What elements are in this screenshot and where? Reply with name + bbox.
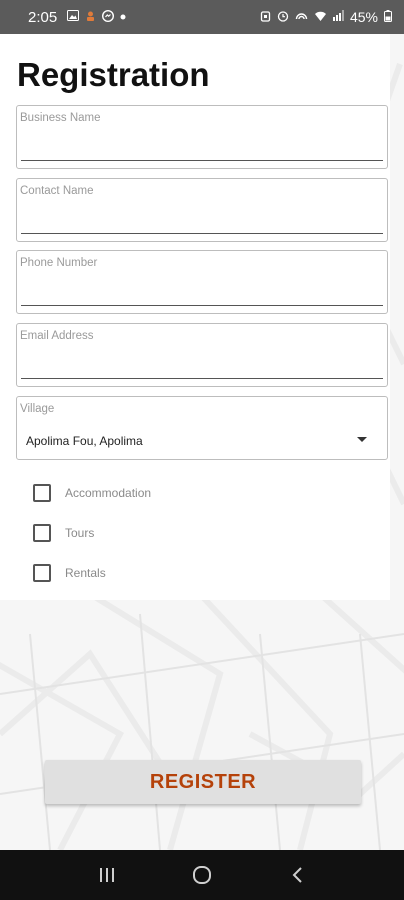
- dot-icon: [120, 12, 126, 23]
- business-name-input[interactable]: [21, 128, 383, 158]
- messenger-icon: [102, 9, 115, 25]
- battery-percent: 45%: [349, 9, 378, 25]
- app-notification-icon: [85, 10, 96, 25]
- status-right: 45%: [260, 9, 392, 25]
- email-address-input[interactable]: [21, 346, 383, 376]
- business-name-label: Business Name: [20, 112, 101, 124]
- status-left: 2:05: [28, 9, 126, 26]
- village-select[interactable]: Village Apolima Fou, Apolima: [16, 396, 388, 460]
- registration-screen: 2:05 45% Registration Business Name Cont…: [0, 0, 404, 900]
- back-icon[interactable]: [277, 855, 317, 895]
- rentals-checkbox[interactable]: [33, 564, 51, 582]
- wifi-icon: [314, 10, 327, 25]
- page-title: Registration: [17, 56, 210, 93]
- battery-icon: [384, 9, 392, 25]
- email-address-field[interactable]: Email Address: [16, 323, 388, 387]
- contact-name-label: Contact Name: [20, 185, 94, 197]
- gallery-icon: [67, 10, 80, 24]
- status-bar: 2:05 45%: [0, 0, 404, 34]
- dropdown-arrow-icon: [357, 437, 367, 442]
- alarm-icon: [260, 10, 271, 25]
- contact-name-underline: [21, 233, 383, 234]
- home-icon[interactable]: [182, 855, 222, 895]
- contact-name-input[interactable]: [21, 201, 383, 231]
- contact-name-field[interactable]: Contact Name: [16, 178, 388, 242]
- business-name-field[interactable]: Business Name: [16, 105, 388, 169]
- email-address-underline: [21, 378, 383, 379]
- register-button[interactable]: REGISTER: [45, 760, 361, 804]
- checkbox-row-tours[interactable]: Tours: [33, 523, 94, 543]
- phone-number-input[interactable]: [21, 273, 383, 303]
- village-selected-value: Apolima Fou, Apolima: [26, 434, 143, 448]
- status-time: 2:05: [28, 8, 58, 26]
- checkbox-row-accommodation[interactable]: Accommodation: [33, 483, 151, 503]
- signal-icon: [332, 10, 344, 24]
- tours-checkbox[interactable]: [33, 524, 51, 542]
- clock-icon: [277, 10, 289, 25]
- phone-number-underline: [21, 305, 383, 306]
- business-name-underline: [21, 160, 383, 161]
- navigation-bar: [0, 850, 404, 900]
- hotspot-icon: [295, 10, 308, 24]
- village-label: Village: [20, 403, 55, 415]
- accommodation-checkbox[interactable]: [33, 484, 51, 502]
- rentals-label: Rentals: [65, 566, 106, 580]
- phone-number-label: Phone Number: [20, 257, 98, 269]
- accommodation-label: Accommodation: [65, 486, 152, 500]
- email-address-label: Email Address: [20, 330, 94, 342]
- checkbox-row-rentals[interactable]: Rentals: [33, 563, 106, 583]
- tours-label: Tours: [65, 526, 95, 540]
- recent-apps-icon[interactable]: [87, 855, 127, 895]
- phone-number-field[interactable]: Phone Number: [16, 250, 388, 314]
